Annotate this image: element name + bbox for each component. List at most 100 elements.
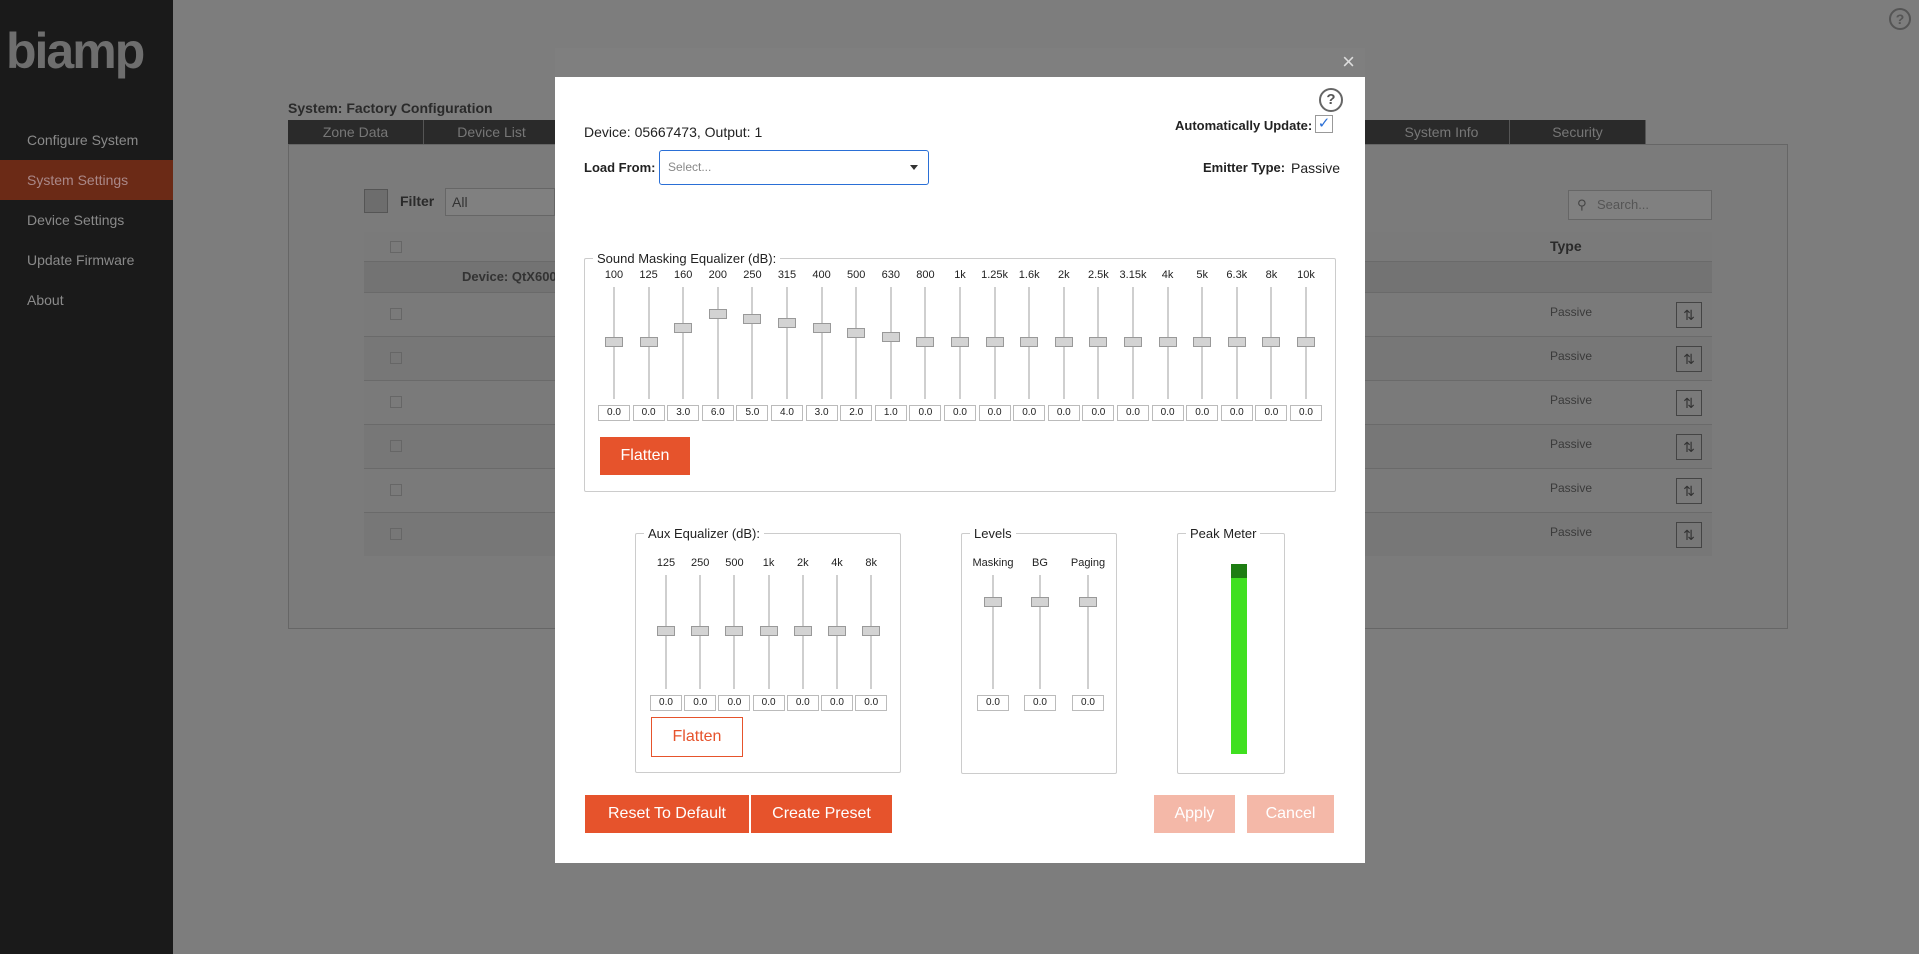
sound-masking-value[interactable]: 0.0 [909, 405, 942, 421]
nav-device-settings[interactable]: Device Settings [0, 200, 173, 240]
load-from-select[interactable]: Select... [659, 150, 929, 185]
sound-masking-fader[interactable]: 125 0.0 [632, 269, 665, 431]
sound-masking-value[interactable]: 3.0 [805, 405, 838, 421]
levels-thumb[interactable] [1079, 597, 1097, 607]
sound-masking-value[interactable]: 0.0 [1186, 405, 1219, 421]
sound-masking-thumb[interactable] [916, 337, 935, 347]
levels-fader[interactable]: BG 0.0 [1024, 557, 1056, 721]
nav-configure-system[interactable]: Configure System [0, 120, 173, 160]
sound-masking-thumb[interactable] [708, 309, 727, 319]
reset-to-default-button[interactable]: Reset To Default [585, 795, 749, 833]
aux-fader[interactable]: 250 0.0 [684, 557, 717, 721]
select-all-checkbox[interactable] [390, 241, 402, 253]
sound-masking-fader[interactable]: 1.6k 0.0 [1013, 269, 1046, 431]
sound-masking-fader[interactable]: 160 3.0 [667, 269, 700, 431]
aux-thumb[interactable] [862, 626, 881, 636]
sound-masking-value[interactable]: 0.0 [598, 405, 630, 421]
sound-masking-value[interactable]: 0.0 [1013, 405, 1046, 421]
sound-masking-thumb[interactable] [1020, 337, 1039, 347]
sound-masking-thumb[interactable] [1193, 337, 1212, 347]
sound-masking-fader[interactable]: 800 0.0 [909, 269, 942, 431]
sound-masking-fader[interactable]: 400 3.0 [805, 269, 838, 431]
sound-masking-fader[interactable]: 315 4.0 [771, 269, 803, 431]
sound-masking-track[interactable] [786, 287, 788, 399]
levels-track[interactable] [1039, 575, 1041, 689]
sound-masking-track[interactable] [716, 287, 719, 399]
sound-masking-value[interactable]: 5.0 [736, 405, 769, 421]
sound-masking-fader[interactable]: 1k 0.0 [944, 269, 976, 431]
sound-masking-thumb[interactable] [951, 337, 969, 347]
tab-system-info[interactable]: System Info [1374, 120, 1510, 144]
aux-value[interactable]: 0.0 [718, 695, 751, 711]
sound-masking-track[interactable] [751, 287, 754, 399]
levels-track[interactable] [1087, 575, 1089, 689]
sound-masking-fader[interactable]: 6.3k 0.0 [1220, 269, 1253, 431]
levels-thumb[interactable] [1031, 597, 1049, 607]
row-checkbox[interactable] [390, 528, 402, 540]
aux-fader[interactable]: 8k 0.0 [855, 557, 888, 721]
sound-masking-fader[interactable]: 1.25k 0.0 [978, 269, 1011, 431]
cancel-button[interactable]: Cancel [1247, 795, 1334, 833]
sound-masking-value[interactable]: 0.0 [1290, 405, 1322, 421]
sound-masking-thumb[interactable] [1297, 337, 1315, 347]
equalizer-icon[interactable]: ⇅ [1676, 522, 1702, 548]
dialog-help-icon[interactable]: ? [1319, 88, 1343, 112]
levels-track[interactable] [992, 575, 994, 689]
create-preset-button[interactable]: Create Preset [751, 795, 892, 833]
aux-thumb[interactable] [793, 626, 812, 636]
sound-masking-value[interactable]: 0.0 [1220, 405, 1253, 421]
aux-value[interactable]: 0.0 [684, 695, 717, 711]
equalizer-icon[interactable]: ⇅ [1676, 302, 1702, 328]
equalizer-icon[interactable]: ⇅ [1676, 478, 1702, 504]
sound-masking-thumb[interactable] [985, 337, 1004, 347]
aux-flatten-button[interactable]: Flatten [651, 717, 743, 757]
sound-masking-track[interactable] [820, 287, 823, 399]
sound-masking-value[interactable]: 0.0 [632, 405, 665, 421]
levels-value[interactable]: 0.0 [1072, 695, 1104, 711]
aux-fader[interactable]: 4k 0.0 [821, 557, 853, 721]
sound-masking-fader[interactable]: 8k 0.0 [1255, 269, 1288, 431]
equalizer-icon[interactable]: ⇅ [1676, 390, 1702, 416]
aux-thumb[interactable] [657, 626, 675, 636]
tab-zone-data[interactable]: Zone Data [288, 120, 424, 144]
aux-value[interactable]: 0.0 [821, 695, 853, 711]
aux-fader[interactable]: 2k 0.0 [786, 557, 819, 721]
sound-masking-value[interactable]: 1.0 [874, 405, 907, 421]
levels-thumb[interactable] [984, 597, 1002, 607]
sound-masking-fader[interactable]: 250 5.0 [736, 269, 769, 431]
aux-value[interactable]: 0.0 [650, 695, 682, 711]
sound-masking-value[interactable]: 0.0 [1082, 405, 1115, 421]
sound-masking-value[interactable]: 0.0 [1117, 405, 1149, 421]
equalizer-icon[interactable]: ⇅ [1676, 346, 1702, 372]
sound-masking-fader[interactable]: 500 2.0 [840, 269, 873, 431]
row-checkbox[interactable] [390, 308, 402, 320]
sound-masking-fader[interactable]: 5k 0.0 [1186, 269, 1219, 431]
sound-masking-thumb[interactable] [605, 337, 623, 347]
filter-select[interactable]: All [445, 188, 555, 216]
close-icon[interactable]: × [1342, 51, 1355, 73]
sound-masking-value[interactable]: 0.0 [978, 405, 1011, 421]
sound-masking-fader[interactable]: 2.5k 0.0 [1082, 269, 1115, 431]
sound-masking-fader[interactable]: 200 6.0 [701, 269, 734, 431]
row-checkbox[interactable] [390, 352, 402, 364]
sound-masking-track[interactable] [889, 287, 892, 399]
sound-masking-thumb[interactable] [847, 327, 866, 338]
help-icon[interactable]: ? [1889, 8, 1911, 30]
sound-masking-value[interactable]: 0.0 [1047, 405, 1080, 421]
sound-masking-value[interactable]: 2.0 [840, 405, 873, 421]
sound-masking-fader[interactable]: 2k 0.0 [1047, 269, 1080, 431]
sound-masking-thumb[interactable] [1089, 337, 1108, 347]
aux-fader[interactable]: 1k 0.0 [752, 557, 785, 721]
levels-value[interactable]: 0.0 [977, 695, 1009, 711]
row-checkbox[interactable] [390, 396, 402, 408]
nav-about[interactable]: About [0, 280, 173, 320]
nav-update-firmware[interactable]: Update Firmware [0, 240, 173, 280]
sound-masking-fader[interactable]: 4k 0.0 [1151, 269, 1184, 431]
aux-thumb[interactable] [691, 626, 710, 636]
apply-button[interactable]: Apply [1154, 795, 1235, 833]
sound-masking-thumb[interactable] [1262, 337, 1281, 347]
sound-masking-value[interactable]: 6.0 [701, 405, 734, 421]
sound-masking-fader[interactable]: 100 0.0 [598, 269, 630, 431]
equalizer-icon[interactable]: ⇅ [1676, 434, 1702, 460]
sound-masking-thumb[interactable] [639, 337, 658, 347]
